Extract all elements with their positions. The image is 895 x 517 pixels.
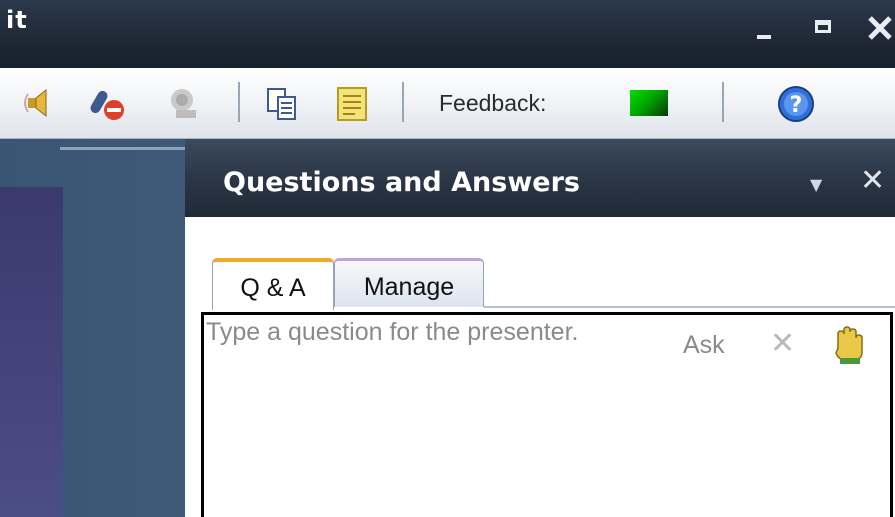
tab-qa[interactable]: Q & A	[212, 258, 334, 310]
notes-icon[interactable]	[335, 86, 369, 121]
divider	[60, 147, 185, 150]
ask-button[interactable]: Ask	[683, 331, 725, 360]
copy-icon[interactable]	[265, 86, 299, 120]
svg-text:?: ?	[790, 93, 803, 118]
question-placeholder[interactable]: Type a question for the presenter.	[206, 316, 586, 348]
window-title: it	[6, 6, 28, 34]
clear-icon[interactable]: ✕	[770, 326, 795, 361]
close-icon	[868, 16, 892, 40]
restore-icon	[815, 20, 831, 33]
presentation-area	[0, 139, 185, 517]
tab-qa-label: Q & A	[240, 274, 306, 302]
feedback-label: Feedback:	[439, 90, 547, 116]
tab-manage-label: Manage	[363, 273, 455, 301]
panel-close-icon[interactable]: ✕	[860, 163, 885, 198]
toolbar: Feedback: ▼ ? ▼	[0, 68, 895, 179]
feedback-color-swatch[interactable]	[630, 90, 668, 116]
window-title-bar: it	[0, 0, 895, 68]
minimize-icon	[757, 35, 771, 39]
raise-hand-icon[interactable]	[830, 326, 866, 366]
speaker-icon[interactable]	[22, 86, 56, 120]
qa-panel-title: Questions and Answers	[223, 167, 580, 198]
mic-mute-icon[interactable]	[88, 86, 124, 120]
help-icon[interactable]: ?	[776, 84, 814, 122]
minimize-button[interactable]	[757, 21, 771, 39]
tab-strip-line	[484, 306, 895, 308]
tab-manage[interactable]: Manage	[334, 258, 484, 307]
close-button[interactable]	[866, 14, 894, 51]
restore-button[interactable]	[815, 14, 831, 33]
toolbar-separator	[402, 82, 404, 122]
webcam-icon[interactable]	[166, 86, 200, 120]
toolbar-separator	[722, 82, 724, 122]
slide-thumbnail	[0, 187, 63, 517]
panel-menu-chevron-icon[interactable]: ▼	[810, 175, 822, 194]
qa-panel-header: Questions and Answers ▼ ✕	[185, 139, 895, 217]
toolbar-separator	[238, 82, 240, 122]
